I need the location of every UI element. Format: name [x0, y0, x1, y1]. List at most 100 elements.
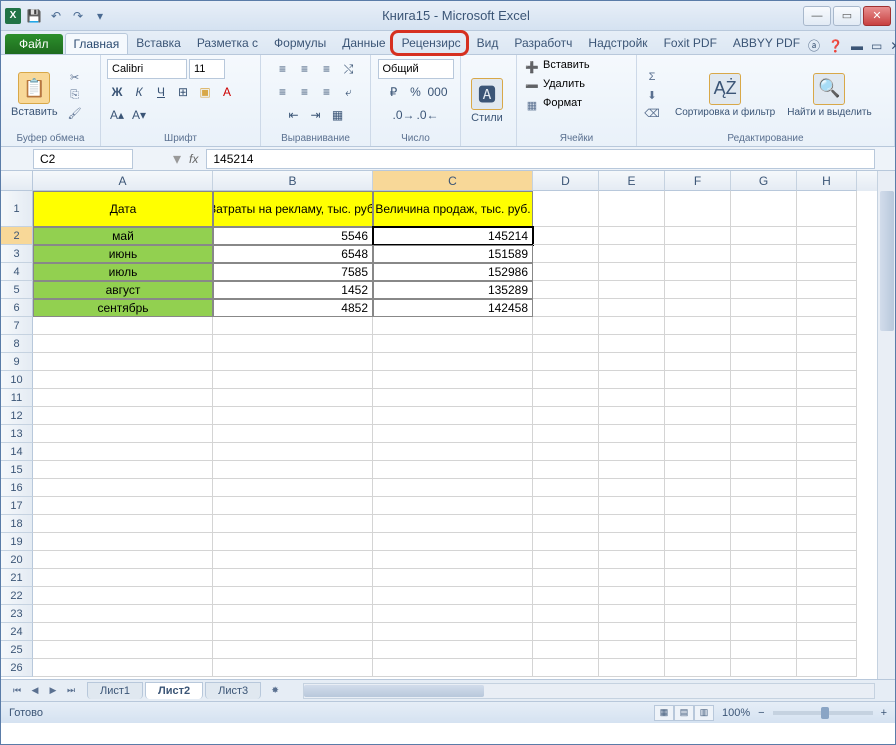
cell-H15[interactable]: [797, 461, 857, 479]
cell-E23[interactable]: [599, 605, 665, 623]
cell-B18[interactable]: [213, 515, 373, 533]
cell-E16[interactable]: [599, 479, 665, 497]
cell-E8[interactable]: [599, 335, 665, 353]
cell-B3[interactable]: 6548: [213, 245, 373, 263]
cell-A6[interactable]: сентябрь: [33, 299, 213, 317]
sheet-tab-Лист2[interactable]: Лист2: [145, 682, 203, 699]
font-name-combo[interactable]: Calibri: [107, 59, 187, 79]
cell-B13[interactable]: [213, 425, 373, 443]
cell-E15[interactable]: [599, 461, 665, 479]
cell-A11[interactable]: [33, 389, 213, 407]
cell-A5[interactable]: август: [33, 281, 213, 299]
cell-D21[interactable]: [533, 569, 599, 587]
cell-A17[interactable]: [33, 497, 213, 515]
cell-A21[interactable]: [33, 569, 213, 587]
cell-F9[interactable]: [665, 353, 731, 371]
cell-C19[interactable]: [373, 533, 533, 551]
cell-C14[interactable]: [373, 443, 533, 461]
cell-C2[interactable]: 145214: [373, 227, 533, 245]
cell-G14[interactable]: [731, 443, 797, 461]
cell-G20[interactable]: [731, 551, 797, 569]
cell-E13[interactable]: [599, 425, 665, 443]
cell-A8[interactable]: [33, 335, 213, 353]
cell-E14[interactable]: [599, 443, 665, 461]
cell-C9[interactable]: [373, 353, 533, 371]
row-header-14[interactable]: 14: [1, 443, 33, 461]
cell-F5[interactable]: [665, 281, 731, 299]
cell-D4[interactable]: [533, 263, 599, 281]
page-break-view-icon[interactable]: ▥: [694, 705, 714, 721]
cell-F26[interactable]: [665, 659, 731, 677]
row-header-16[interactable]: 16: [1, 479, 33, 497]
cell-F8[interactable]: [665, 335, 731, 353]
cell-D5[interactable]: [533, 281, 599, 299]
format-cells-button[interactable]: ▦Формат: [523, 97, 582, 113]
cell-C22[interactable]: [373, 587, 533, 605]
cell-B4[interactable]: 7585: [213, 263, 373, 281]
cell-D2[interactable]: [533, 227, 599, 245]
cell-H8[interactable]: [797, 335, 857, 353]
row-header-21[interactable]: 21: [1, 569, 33, 587]
row-header-15[interactable]: 15: [1, 461, 33, 479]
cell-D8[interactable]: [533, 335, 599, 353]
wrap-text-icon[interactable]: ⤶: [339, 82, 359, 102]
cell-D13[interactable]: [533, 425, 599, 443]
cell-B11[interactable]: [213, 389, 373, 407]
cell-A15[interactable]: [33, 461, 213, 479]
cell-C26[interactable]: [373, 659, 533, 677]
tab-надстройк[interactable]: Надстройк: [580, 33, 655, 54]
cell-H1[interactable]: [797, 191, 857, 227]
cell-D14[interactable]: [533, 443, 599, 461]
cell-C10[interactable]: [373, 371, 533, 389]
tab-главная[interactable]: Главная: [65, 33, 129, 54]
align-top-icon[interactable]: ≡: [273, 59, 293, 79]
cell-H21[interactable]: [797, 569, 857, 587]
row-header-10[interactable]: 10: [1, 371, 33, 389]
col-header-G[interactable]: G: [731, 171, 797, 191]
border-button[interactable]: ⊞: [173, 82, 193, 102]
cell-A24[interactable]: [33, 623, 213, 641]
cell-A7[interactable]: [33, 317, 213, 335]
col-header-A[interactable]: A: [33, 171, 213, 191]
help-icon[interactable]: ⓐ: [808, 37, 820, 54]
tab-вставка[interactable]: Вставка: [128, 33, 189, 54]
cell-F20[interactable]: [665, 551, 731, 569]
cell-B16[interactable]: [213, 479, 373, 497]
close-button[interactable]: ✕: [863, 6, 891, 26]
cell-B1[interactable]: Затраты на рекламу, тыс. руб.: [213, 191, 373, 227]
cell-H24[interactable]: [797, 623, 857, 641]
row-header-23[interactable]: 23: [1, 605, 33, 623]
cell-B22[interactable]: [213, 587, 373, 605]
horizontal-scrollbar[interactable]: [303, 683, 875, 699]
doc-restore-icon[interactable]: ▭: [871, 39, 882, 53]
row-header-2[interactable]: 2: [1, 227, 33, 245]
zoom-slider[interactable]: [773, 711, 873, 715]
cell-H19[interactable]: [797, 533, 857, 551]
row-header-13[interactable]: 13: [1, 425, 33, 443]
cell-F17[interactable]: [665, 497, 731, 515]
cell-B20[interactable]: [213, 551, 373, 569]
percent-icon[interactable]: %: [405, 82, 425, 102]
cell-A14[interactable]: [33, 443, 213, 461]
row-header-3[interactable]: 3: [1, 245, 33, 263]
cell-B21[interactable]: [213, 569, 373, 587]
clear-icon[interactable]: ⌫: [643, 105, 661, 121]
cell-G6[interactable]: [731, 299, 797, 317]
cell-D17[interactable]: [533, 497, 599, 515]
underline-button[interactable]: Ч: [151, 82, 171, 102]
cell-E12[interactable]: [599, 407, 665, 425]
font-color-button[interactable]: A: [217, 82, 237, 102]
comma-icon[interactable]: 000: [427, 82, 447, 102]
cell-A10[interactable]: [33, 371, 213, 389]
vertical-scrollbar[interactable]: [877, 171, 895, 679]
cell-E2[interactable]: [599, 227, 665, 245]
cell-B25[interactable]: [213, 641, 373, 659]
cell-E6[interactable]: [599, 299, 665, 317]
cell-C3[interactable]: 151589: [373, 245, 533, 263]
cell-C15[interactable]: [373, 461, 533, 479]
cell-B14[interactable]: [213, 443, 373, 461]
file-tab[interactable]: Файл: [5, 34, 63, 54]
cell-C23[interactable]: [373, 605, 533, 623]
bold-button[interactable]: Ж: [107, 82, 127, 102]
cell-F1[interactable]: [665, 191, 731, 227]
